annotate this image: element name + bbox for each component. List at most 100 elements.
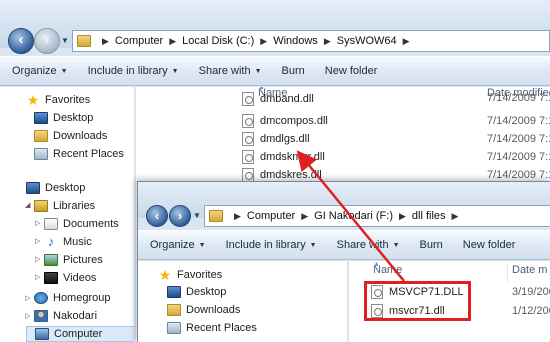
expand-toggle-icon[interactable]: ▷ (35, 255, 40, 263)
share-with-button[interactable]: Share with ▼ (337, 239, 400, 251)
chevron-right-icon[interactable]: ▶ (169, 36, 176, 47)
column-header-date-modified[interactable]: Date m (507, 264, 547, 282)
chevron-right-icon[interactable]: ▶ (452, 211, 459, 222)
file-row[interactable]: dmdlgs.dll (242, 130, 310, 148)
organize-button[interactable]: Organize ▼ (150, 239, 206, 251)
computer-icon (35, 328, 49, 340)
chevron-right-icon[interactable]: ▶ (403, 36, 410, 47)
folder-icon (209, 210, 223, 222)
expand-toggle-icon[interactable]: ▷ (35, 273, 40, 281)
breadcrumb-item[interactable]: Computer (247, 210, 295, 222)
forward-button[interactable]: › (34, 28, 60, 54)
tree-item-favorites[interactable]: ★ Favorites (26, 92, 91, 108)
dll-file-icon (242, 114, 254, 128)
tree-item-music[interactable]: ♪ Music (44, 234, 92, 250)
star-icon: ★ (26, 92, 40, 108)
tree-item-user[interactable]: Nakodari (34, 308, 97, 324)
sort-ascending-icon: ▲ (373, 261, 380, 268)
include-in-library-button[interactable]: Include in library ▼ (88, 65, 179, 77)
file-date: 7/14/2009 7:15 AM (487, 92, 550, 104)
recent-pages-dropdown-icon[interactable]: ▼ (193, 209, 203, 223)
expand-toggle-icon[interactable]: ▷ (25, 294, 30, 302)
star-icon: ★ (158, 267, 172, 283)
file-date: 7/14/2009 7:15 AM (487, 151, 550, 163)
breadcrumb-item[interactable]: dll files (412, 210, 446, 222)
forward-button[interactable]: › (169, 205, 191, 227)
file-row[interactable]: dmdskmgr.dll (242, 148, 325, 166)
include-in-library-button[interactable]: Include in library ▼ (226, 239, 317, 251)
navigation-pane: ★ Favorites Desktop Downloads Recent Pla… (138, 261, 348, 342)
tree-item-desktop[interactable]: Desktop (167, 284, 226, 300)
expand-toggle-icon[interactable]: ▷ (35, 219, 40, 227)
tree-item-recent-places[interactable]: Recent Places (34, 146, 124, 162)
collapse-toggle-icon[interactable]: ◢ (25, 201, 30, 209)
music-note-icon: ♪ (47, 234, 55, 249)
file-date: 3/19/2003 (512, 286, 550, 298)
expand-toggle-icon[interactable]: ▷ (35, 237, 40, 245)
breadcrumb-item[interactable]: GI Nakodari (F:) (314, 210, 393, 222)
navigation-pane: ★ Favorites Desktop Downloads Recent Pla… (0, 87, 135, 342)
folder-icon (77, 35, 91, 47)
chevron-right-icon[interactable]: ▶ (301, 211, 308, 222)
tree-item-desktop[interactable]: Desktop (34, 110, 93, 126)
highlight-rectangle (364, 281, 471, 321)
organize-button[interactable]: Organize ▼ (12, 65, 68, 77)
recent-places-icon (167, 322, 181, 334)
tree-item-downloads[interactable]: Downloads (34, 128, 107, 144)
breadcrumb-item[interactable]: Windows (273, 35, 318, 47)
file-date: 7/14/2009 7:15 AM (487, 133, 550, 145)
column-header-name[interactable]: ▲ Name (373, 261, 402, 282)
back-button[interactable]: ‹ (146, 205, 168, 227)
dll-file-icon (242, 150, 254, 164)
pictures-icon (44, 254, 58, 266)
tree-item-downloads[interactable]: Downloads (167, 302, 240, 318)
breadcrumb-item[interactable]: Computer (115, 35, 163, 47)
desktop-icon (167, 286, 181, 298)
breadcrumb-item[interactable]: SysWOW64 (337, 35, 397, 47)
tree-item-favorites[interactable]: ★ Favorites (158, 267, 223, 283)
burn-button[interactable]: Burn (420, 239, 443, 251)
file-date: 7/14/2009 7:15 AM (487, 169, 550, 181)
homegroup-icon (34, 292, 48, 304)
chevron-right-icon[interactable]: ▶ (234, 211, 241, 222)
downloads-folder-icon (34, 130, 48, 142)
back-button[interactable]: ‹ (8, 28, 34, 54)
command-bar: Organize ▼ Include in library ▼ Share with… (0, 56, 550, 86)
command-bar: Organize ▼ Include in library ▼ Share with… (138, 230, 550, 260)
breadcrumb[interactable]: ▶ Computer ▶ Local Disk (C:) ▶ Windows ▶… (72, 30, 550, 52)
recent-places-icon (34, 148, 48, 160)
tree-item-recent-places[interactable]: Recent Places (167, 320, 257, 336)
address-bar: ‹ › ▼ ▶ Computer ▶ Local Disk (C:) ▶ Win… (0, 0, 550, 54)
file-date: 7/14/2009 7:15 AM (487, 115, 550, 127)
tree-item-libraries[interactable]: Libraries (34, 198, 95, 214)
user-folder-icon (34, 310, 48, 322)
explorer-window-dll-files: ‹ › ▼ ▶ Computer ▶ GI Nakodari (F:) ▶ dl… (137, 181, 550, 342)
burn-button[interactable]: Burn (282, 65, 305, 77)
tree-item-desktop-root[interactable]: Desktop (26, 180, 85, 196)
desktop-icon (34, 112, 48, 124)
dll-file-icon (242, 132, 254, 146)
file-row[interactable]: dmcompos.dll (242, 112, 328, 130)
tree-item-documents[interactable]: Documents (44, 216, 119, 232)
new-folder-button[interactable]: New folder (463, 239, 516, 251)
tree-item-computer[interactable]: Computer (26, 326, 134, 342)
file-date: 1/12/2004 (512, 305, 550, 317)
new-folder-button[interactable]: New folder (325, 65, 378, 77)
file-row[interactable]: dmband.dll (242, 90, 314, 108)
tree-item-homegroup[interactable]: Homegroup (34, 290, 110, 306)
breadcrumb[interactable]: ▶ Computer ▶ GI Nakodari (F:) ▶ dll file… (204, 205, 550, 227)
recent-pages-dropdown-icon[interactable]: ▼ (61, 34, 71, 48)
chevron-right-icon[interactable]: ▶ (260, 36, 267, 47)
chevron-right-icon[interactable]: ▶ (324, 36, 331, 47)
expand-toggle-icon[interactable]: ▷ (25, 312, 30, 320)
breadcrumb-item[interactable]: Local Disk (C:) (182, 35, 254, 47)
dll-file-icon (242, 92, 254, 106)
tree-item-videos[interactable]: Videos (44, 270, 96, 286)
desktop-icon (26, 182, 40, 194)
downloads-folder-icon (167, 304, 181, 316)
tree-item-pictures[interactable]: Pictures (44, 252, 103, 268)
chevron-right-icon[interactable]: ▶ (102, 36, 109, 47)
chevron-right-icon[interactable]: ▶ (399, 211, 406, 222)
dll-file-icon (242, 168, 254, 182)
share-with-button[interactable]: Share with ▼ (199, 65, 262, 77)
